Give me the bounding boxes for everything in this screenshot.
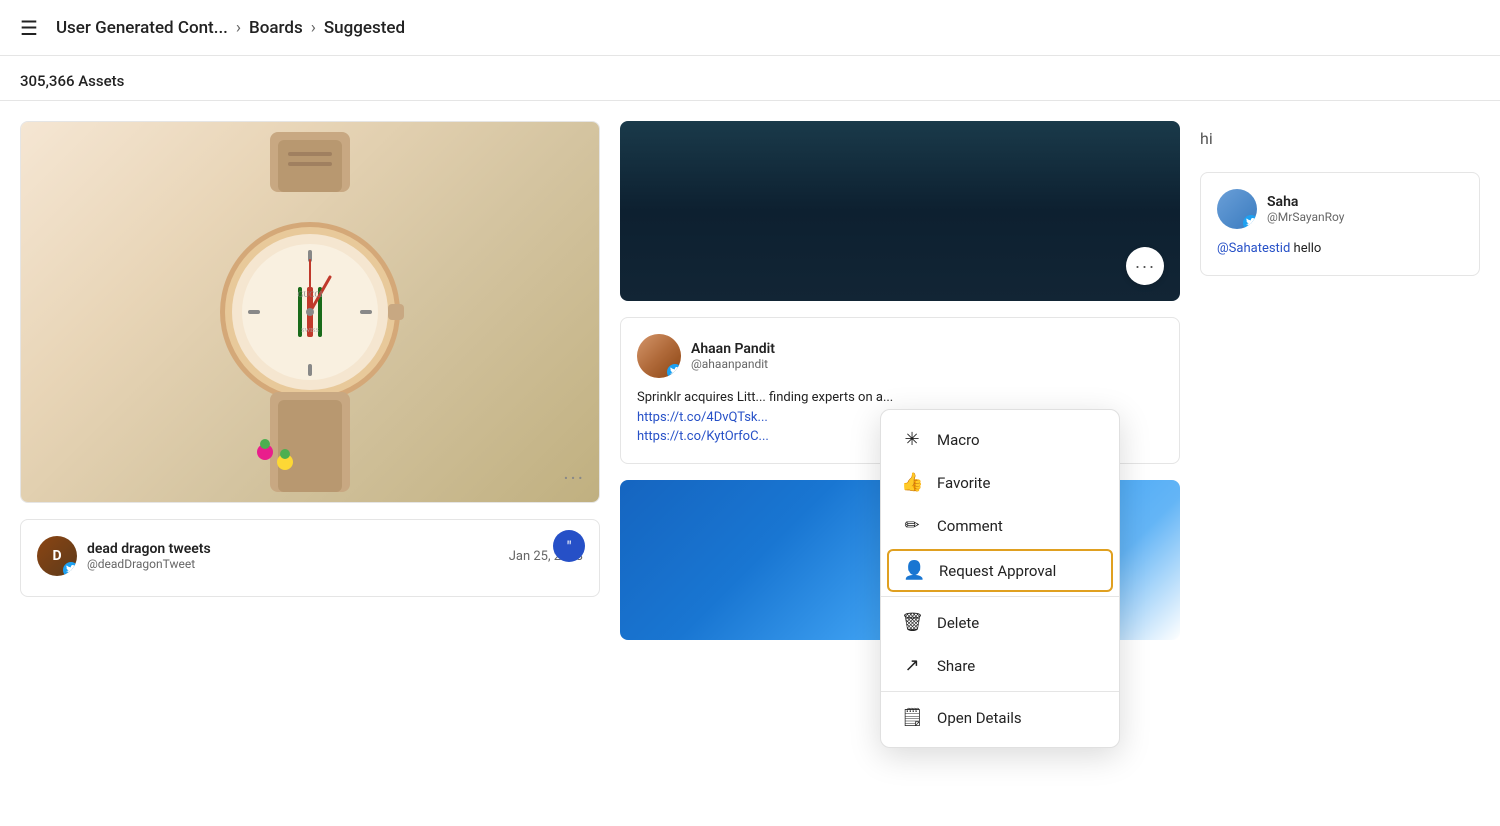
assets-count: 305,366 Assets <box>0 56 1500 101</box>
watch-more-dots[interactable]: ··· <box>563 466 585 490</box>
ahaan-avatar <box>637 334 681 378</box>
dragon-avatar: D <box>37 536 77 576</box>
dragon-author-row: D dead dragon tweets @deadDragonTweet Ja… <box>37 536 583 576</box>
saha-handle: @MrSayanRoy <box>1267 210 1344 224</box>
breadcrumb-sep2: › <box>311 18 316 38</box>
breadcrumb-sep1: › <box>236 18 241 38</box>
comment-icon: ✏ <box>901 515 923 536</box>
breadcrumb-part2[interactable]: Boards <box>249 18 303 38</box>
macro-icon: ✳ <box>901 429 923 450</box>
saha-tweet-text: @Sahatestid hello <box>1217 239 1463 259</box>
dark-image-card: ··· <box>620 121 1180 301</box>
open-details-icon: 🗒 <box>901 707 923 728</box>
menu-item-request-approval[interactable]: 👤 Request Approval <box>887 549 1113 592</box>
svg-text:SWISS: SWISS <box>301 328 319 334</box>
menu-item-favorite[interactable]: 👍 Favorite <box>881 461 1119 504</box>
ahaan-author-row: Ahaan Pandit @ahaanpandit <box>637 334 1163 378</box>
share-label: Share <box>937 657 975 675</box>
breadcrumb-part3[interactable]: Suggested <box>324 18 405 38</box>
ahaan-twitter-badge <box>667 364 681 378</box>
ahaan-text: Sprinklr acquires Litt... finding expert… <box>637 390 893 405</box>
delete-icon: 🗑 <box>901 612 923 633</box>
menu-item-comment[interactable]: ✏ Comment <box>881 504 1119 547</box>
svg-text:GUCCI: GUCCI <box>298 290 323 299</box>
open-details-label: Open Details <box>937 709 1022 727</box>
saha-text: hello <box>1294 241 1322 256</box>
ahaan-link1[interactable]: https://t.co/4DvQTsk... <box>637 410 768 425</box>
assets-count-label: 305,366 Assets <box>20 72 124 90</box>
breadcrumb-part1[interactable]: User Generated Cont... <box>56 18 228 38</box>
saha-twitter-badge <box>1243 215 1257 229</box>
menu-item-delete[interactable]: 🗑 Delete <box>881 601 1119 644</box>
left-column: GUCCI SWISS ··· " D <box>20 121 600 801</box>
header: ☰ User Generated Cont... › Boards › Sugg… <box>0 0 1500 56</box>
dragon-tweet-card: " D dead dragon tweets @deadDragonTweet … <box>20 519 600 597</box>
saha-name: Saha <box>1267 194 1344 210</box>
menu-item-macro[interactable]: ✳ Macro <box>881 418 1119 461</box>
content-area: GUCCI SWISS ··· " D <box>0 101 1500 821</box>
request-approval-icon: 👤 <box>903 560 925 581</box>
favorite-icon: 👍 <box>901 472 923 493</box>
dragon-handle: @deadDragonTweet <box>87 557 211 571</box>
right-column: hi Saha @MrSayanRoy @Sahatestid hello <box>1200 121 1480 801</box>
watch-image: GUCCI SWISS <box>21 122 599 502</box>
quote-badge: " <box>553 530 585 562</box>
request-approval-label: Request Approval <box>939 562 1056 580</box>
dragon-author-info: dead dragon tweets @deadDragonTweet <box>87 541 211 571</box>
hi-text: hi <box>1200 121 1480 156</box>
ahaan-author-info: Ahaan Pandit @ahaanpandit <box>691 341 775 371</box>
ahaan-name: Ahaan Pandit <box>691 341 775 357</box>
saha-mention: @Sahatestid <box>1217 241 1290 256</box>
saha-avatar <box>1217 189 1257 229</box>
watch-svg: GUCCI SWISS <box>170 132 450 492</box>
saha-author-info: Saha @MrSayanRoy <box>1267 194 1344 224</box>
menu-item-open-details[interactable]: 🗒 Open Details <box>881 696 1119 739</box>
share-icon: ↗ <box>901 655 923 676</box>
hamburger-icon[interactable]: ☰ <box>20 16 38 40</box>
saha-card: Saha @MrSayanRoy @Sahatestid hello <box>1200 172 1480 276</box>
more-button[interactable]: ··· <box>1126 247 1164 285</box>
dragon-name: dead dragon tweets <box>87 541 211 557</box>
ahaan-handle: @ahaanpandit <box>691 357 775 371</box>
breadcrumb: User Generated Cont... › Boards › Sugges… <box>56 18 405 38</box>
macro-label: Macro <box>937 431 980 449</box>
twitter-badge <box>63 562 77 576</box>
ahaan-link2[interactable]: https://t.co/KytOrfoC... <box>637 429 769 444</box>
dark-image <box>620 121 1180 301</box>
context-menu: ✳ Macro 👍 Favorite ✏ Comment 👤 Request Approval… <box>880 409 1120 748</box>
menu-item-share[interactable]: ↗ Share <box>881 644 1119 687</box>
comment-label: Comment <box>937 517 1003 535</box>
delete-label: Delete <box>937 614 979 632</box>
saha-author-row: Saha @MrSayanRoy <box>1217 189 1463 229</box>
favorite-label: Favorite <box>937 474 990 492</box>
watch-card: GUCCI SWISS ··· <box>20 121 600 503</box>
